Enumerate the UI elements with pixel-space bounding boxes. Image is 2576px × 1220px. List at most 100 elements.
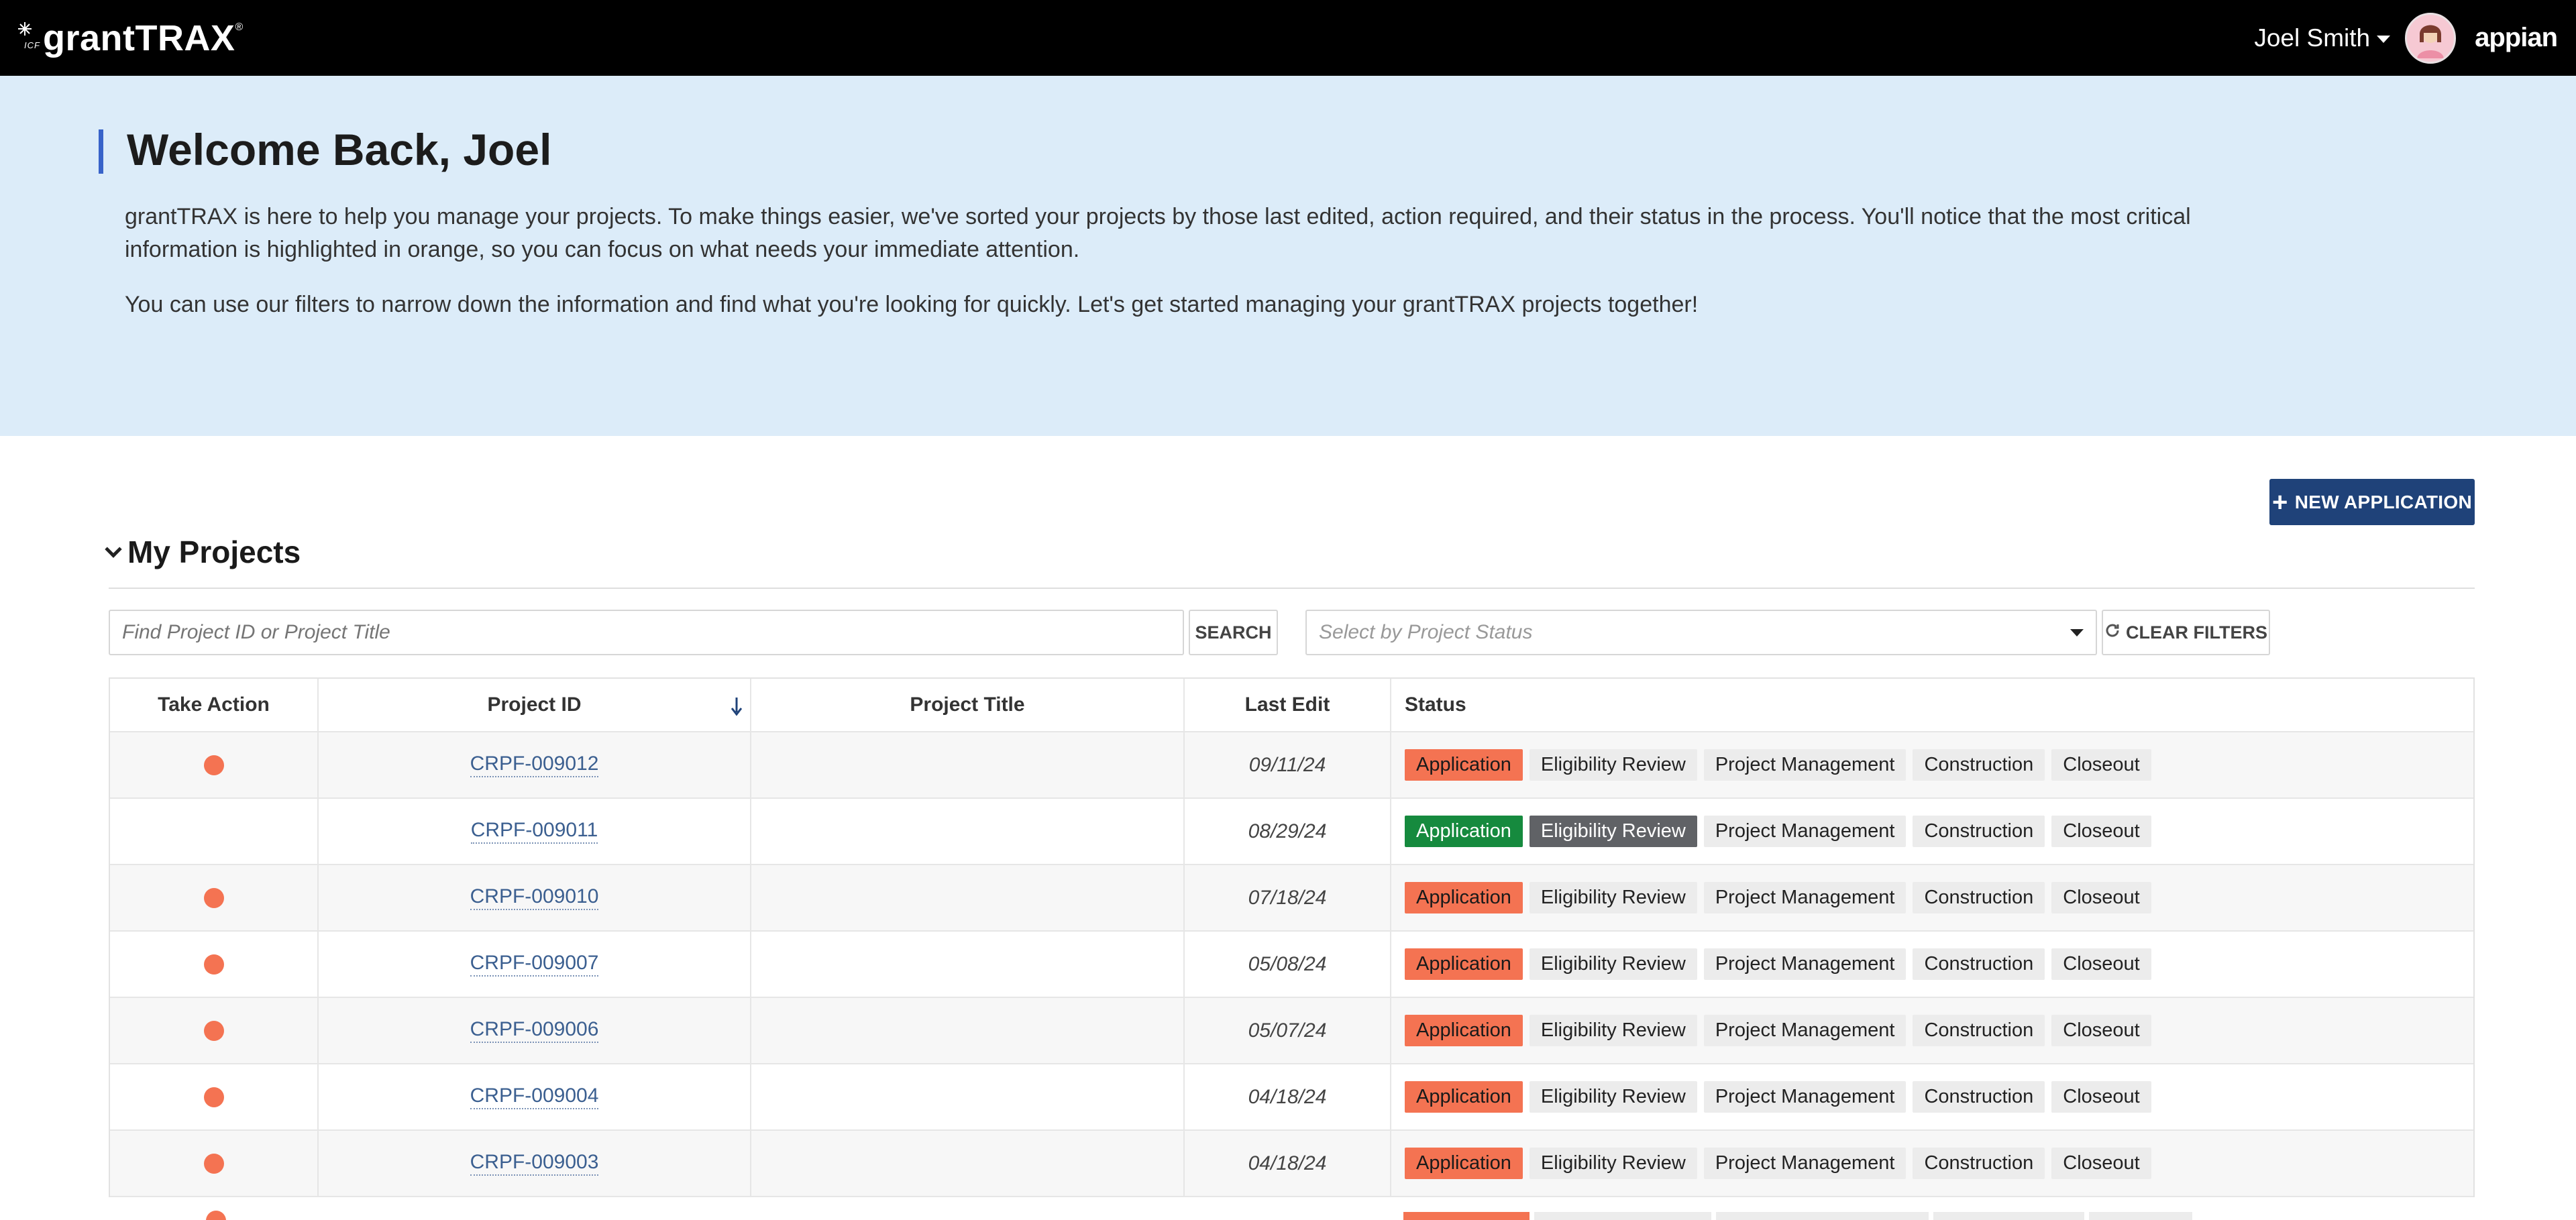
status-stage-partial [1534, 1212, 1711, 1220]
project-id-cell: CRPF-009010 [319, 865, 751, 930]
status-stage-partial [1933, 1212, 2084, 1220]
new-application-button[interactable]: + NEW APPLICATION [2269, 479, 2475, 525]
last-edit-cell: 04/18/24 [1185, 1064, 1391, 1129]
status-stage-project-management: Project Management [1703, 882, 1907, 913]
status-stage-eligibility-review: Eligibility Review [1529, 749, 1697, 781]
take-action-cell [110, 732, 319, 797]
project-id-link[interactable]: CRPF-009010 [470, 885, 599, 910]
status-stage-partial [2089, 1212, 2192, 1220]
table-row: CRPF-009004 04/18/24 Application Eligibilit… [110, 1064, 2473, 1131]
table-row: CRPF-009003 04/18/24 Application Eligibilit… [110, 1131, 2473, 1197]
chevron-down-icon [2070, 628, 2084, 636]
user-area: Joel Smith appian [2254, 12, 2558, 64]
status-stage-application: Application [1405, 749, 1523, 781]
status-cell: Application Eligibility Review Project Man… [1391, 1064, 2473, 1129]
status-cell: Application Eligibility Review Project Man… [1391, 932, 2473, 997]
last-edit-date: 05/08/24 [1248, 952, 1327, 975]
status-stage-closeout: Closeout [2051, 948, 2151, 980]
project-id-link[interactable]: CRPF-009003 [470, 1151, 599, 1176]
column-header-last-edit[interactable]: Last Edit [1185, 679, 1391, 731]
project-id-cell: CRPF-009006 [319, 998, 751, 1063]
status-stage-eligibility-review: Eligibility Review [1529, 1148, 1697, 1179]
grantrax-logo[interactable]: ICF grantTRAX ® [17, 17, 243, 59]
action-required-dot [203, 954, 224, 975]
project-search-input[interactable] [109, 610, 1184, 655]
status-stage-partial [1716, 1212, 1929, 1220]
take-action-cell [110, 1064, 319, 1129]
project-id-link[interactable]: CRPF-009004 [470, 1085, 599, 1109]
project-title-cell [751, 1064, 1185, 1129]
avatar-icon[interactable] [2405, 12, 2457, 64]
project-title-cell [751, 932, 1185, 997]
take-action-cell [110, 1131, 319, 1196]
status-stage-closeout: Closeout [2051, 816, 2151, 847]
last-edit-cell: 09/11/24 [1185, 732, 1391, 797]
last-edit-date: 04/18/24 [1248, 1152, 1327, 1174]
status-stage-application: Application [1405, 948, 1523, 980]
status-stage-construction: Construction [1913, 1015, 2045, 1046]
new-application-label: NEW APPLICATION [2294, 491, 2472, 512]
status-stage-eligibility-review: Eligibility Review [1529, 1081, 1697, 1113]
status-stage-application: Application [1405, 816, 1523, 847]
status-stage-eligibility-review: Eligibility Review [1529, 882, 1697, 913]
welcome-banner: Welcome Back, Joel grantTRAX is here to … [0, 76, 2576, 436]
status-stage-project-management: Project Management [1703, 948, 1907, 980]
table-row: CRPF-009006 05/07/24 Application Eligibilit… [110, 998, 2473, 1064]
project-id-cell: CRPF-009003 [319, 1131, 751, 1196]
status-stage-current-partial [1403, 1212, 1529, 1220]
registered-mark: ® [235, 21, 244, 33]
project-id-cell: CRPF-009011 [319, 799, 751, 864]
section-divider [109, 588, 2475, 589]
table-header-row: Take Action Project ID Project Title Las… [110, 679, 2473, 732]
project-title-cell [751, 998, 1185, 1063]
sort-down-arrow-icon[interactable] [730, 696, 743, 716]
project-id-link[interactable]: CRPF-009006 [470, 1018, 599, 1043]
user-menu[interactable]: Joel Smith [2254, 23, 2391, 52]
status-stage-construction: Construction [1913, 816, 2045, 847]
clear-filters-button[interactable]: CLEAR FILTERS [2102, 610, 2270, 655]
status-stage-eligibility-review: Eligibility Review [1529, 948, 1697, 980]
status-stage-application: Application [1405, 1148, 1523, 1179]
status-stage-project-management: Project Management [1703, 1148, 1907, 1179]
project-title-cell [751, 1131, 1185, 1196]
status-cell: Application Eligibility Review Project Man… [1391, 799, 2473, 864]
status-stage-closeout: Closeout [2051, 1015, 2151, 1046]
my-projects-title: My Projects [127, 535, 301, 569]
column-header-status[interactable]: Status [1391, 679, 2473, 731]
take-action-cell [110, 932, 319, 997]
project-id-cell: CRPF-009012 [319, 732, 751, 797]
project-title-cell [751, 799, 1185, 864]
welcome-heading-block: Welcome Back, Joel [99, 125, 2279, 174]
last-edit-date: 08/29/24 [1248, 820, 1327, 842]
last-edit-date: 09/11/24 [1248, 753, 1326, 776]
user-name-label: Joel Smith [2254, 23, 2371, 52]
take-action-cell [110, 865, 319, 930]
status-stage-closeout: Closeout [2051, 749, 2151, 781]
status-stage-construction: Construction [1913, 948, 2045, 980]
welcome-paragraph-2: You can use our filters to narrow down t… [125, 292, 1699, 317]
search-button[interactable]: SEARCH [1189, 610, 1278, 655]
project-id-cell: CRPF-009004 [319, 1064, 751, 1129]
collapse-chevron-icon [105, 541, 122, 558]
project-id-link[interactable]: CRPF-009012 [470, 753, 599, 777]
status-cell: Application Eligibility Review Project Man… [1391, 1131, 2473, 1196]
column-header-project-id-label: Project ID [487, 694, 582, 716]
status-stage-application: Application [1405, 1015, 1523, 1046]
column-header-take-action[interactable]: Take Action [110, 679, 319, 731]
project-id-link[interactable]: CRPF-009011 [470, 819, 598, 844]
brand-name: grantTRAX [42, 17, 235, 58]
status-stage-closeout: Closeout [2051, 882, 2151, 913]
top-nav-bar: ICF grantTRAX ® Joel Smith appian [0, 0, 2576, 76]
action-required-dot [203, 755, 224, 775]
action-required-dot [203, 1020, 224, 1041]
column-header-project-title[interactable]: Project Title [751, 679, 1185, 731]
status-stage-construction: Construction [1913, 882, 2045, 913]
table-row: CRPF-009012 09/11/24 Application Eligibilit… [110, 732, 2473, 799]
welcome-title: Welcome Back, Joel [127, 125, 552, 174]
plus-icon: + [2272, 487, 2288, 517]
project-id-link[interactable]: CRPF-009007 [470, 952, 599, 977]
project-status-select[interactable]: Select by Project Status [1305, 610, 2097, 655]
column-header-project-id[interactable]: Project ID [319, 679, 751, 731]
action-required-dot [203, 1087, 224, 1107]
my-projects-header[interactable]: My Projects [105, 534, 301, 570]
